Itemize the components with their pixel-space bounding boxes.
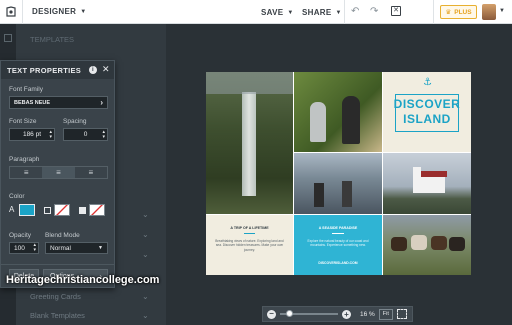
top-toolbar: DESIGNER ▼ SAVE ▼ SHARE ▼ ↶ ↷ ✕ ♛ PLUS ▼	[0, 0, 512, 24]
headline-card[interactable]: ⚓ DISCOVER ISLAND	[383, 72, 471, 152]
opacity-label: Opacity	[9, 232, 32, 239]
designer-label: DESIGNER	[32, 7, 77, 16]
design-page[interactable]: ⚓ DISCOVER ISLAND A TRIP OF A LIFETIME B…	[206, 72, 471, 275]
trip-card-body: Breathtaking views of nature. Exploring …	[215, 239, 284, 252]
blend-mode-label: Blend Mode	[45, 232, 80, 239]
headline-line1: DISCOVER	[393, 97, 461, 111]
save-label: SAVE	[261, 8, 284, 17]
save-button[interactable]: SAVE ▼	[261, 8, 294, 17]
trip-card-title: A TRIP OF A LIFETIME	[230, 226, 269, 230]
plus-upgrade-button[interactable]: ♛ PLUS	[440, 5, 477, 19]
stepper-icon[interactable]: ▴ ▾	[33, 243, 36, 253]
photo-bikers[interactable]	[294, 153, 382, 214]
blend-mode-value: Normal	[50, 244, 71, 252]
category-greeting-cards[interactable]: Greeting Cards	[30, 292, 81, 301]
zoom-slider[interactable]	[280, 310, 338, 317]
zoom-value: 16 %	[360, 310, 375, 318]
chevron-down-icon[interactable]: ▼	[499, 8, 505, 14]
paragraph-label: Paragraph	[9, 156, 40, 163]
text-color-icon: A	[9, 205, 15, 214]
font-size-value: 186 pt	[22, 131, 42, 138]
chevron-down-icon[interactable]: ⌄	[142, 292, 149, 301]
close-icon[interactable]: ✕	[391, 6, 401, 16]
font-size-input[interactable]: 186 pt ▴ ▾	[9, 128, 55, 141]
stroke-icon	[79, 207, 86, 214]
text-properties-header: TEXT PROPERTIES i ✕	[1, 61, 114, 79]
spacing-label: Spacing	[63, 118, 87, 125]
zoom-out-icon[interactable]: −	[267, 309, 276, 319]
toolbar-divider	[433, 0, 434, 24]
spacing-input[interactable]: 0 ▴ ▾	[63, 128, 108, 141]
trip-card[interactable]: A TRIP OF A LIFETIME Breathtaking views …	[206, 215, 293, 275]
chevron-down-icon: ▼	[98, 245, 103, 251]
crown-icon: ♛	[445, 9, 452, 16]
redo-icon[interactable]: ↷	[370, 6, 378, 17]
font-size-label: Font Size	[9, 118, 37, 125]
fit-button[interactable]: Fit	[378, 308, 393, 320]
designer-menu[interactable]: DESIGNER ▼	[32, 7, 86, 16]
stroke-color-swatch[interactable]	[89, 204, 105, 216]
templates-icon[interactable]	[4, 34, 12, 42]
fill-icon	[44, 207, 51, 214]
seaside-card-body: Explore the natural beauty of our coast …	[307, 239, 369, 248]
avatar[interactable]	[482, 4, 496, 20]
chevron-down-icon[interactable]: ⌄	[142, 311, 149, 320]
panel-divider	[1, 264, 114, 265]
color-label: Color	[9, 193, 25, 200]
chevron-down-icon[interactable]: ⌄	[142, 210, 149, 219]
share-button[interactable]: SHARE ▼	[302, 8, 342, 17]
align-left-icon[interactable]: ≡	[10, 167, 42, 178]
stepper-icon[interactable]: ▴ ▾	[49, 129, 52, 140]
chevron-down-icon: ▼	[335, 9, 342, 16]
photo-horses[interactable]	[383, 215, 471, 275]
toolbar-divider	[344, 0, 345, 24]
chevron-down-icon[interactable]: ⌄	[142, 230, 149, 239]
align-right-icon[interactable]: ≡	[75, 167, 107, 178]
text-properties-panel: TEXT PROPERTIES i ✕ Font Family BEBAS NE…	[0, 60, 115, 288]
seaside-card-link: DISCOVERISLAND.COM	[318, 261, 358, 265]
toolbar-divider	[22, 0, 23, 24]
zoom-slider-thumb[interactable]	[286, 310, 294, 317]
seaside-card[interactable]: A SEASIDE PARADISE Explore the natural b…	[294, 215, 382, 275]
zoom-in-icon[interactable]: +	[342, 309, 351, 319]
font-family-select[interactable]: BEBAS NEUE ›	[9, 96, 108, 109]
photo-friends[interactable]	[294, 72, 382, 152]
stepper-icon[interactable]: ▴ ▾	[102, 129, 105, 140]
templates-heading: TEMPLATES	[30, 35, 75, 44]
chevron-down-icon[interactable]: ⌄	[142, 250, 149, 259]
fullscreen-icon[interactable]	[396, 309, 407, 319]
text-color-swatch[interactable]	[19, 204, 35, 216]
align-center-icon[interactable]: ≡	[42, 167, 75, 178]
close-icon[interactable]: ✕	[102, 64, 110, 75]
plus-label: PLUS	[454, 8, 472, 16]
share-label: SHARE	[302, 8, 332, 17]
info-icon[interactable]: i	[89, 66, 97, 74]
chevron-down-icon: ▼	[287, 9, 294, 16]
blend-mode-select[interactable]: Normal ▼	[45, 242, 108, 254]
chevron-right-icon: ›	[100, 98, 103, 107]
font-family-value: BEBAS NEUE	[14, 99, 51, 106]
headline-line2: ISLAND	[403, 112, 451, 126]
anchor-icon: ⚓	[423, 77, 432, 88]
opacity-value: 100	[14, 244, 25, 252]
fit-label: Fit	[382, 311, 389, 317]
font-family-label: Font Family	[9, 86, 43, 93]
photo-church[interactable]	[383, 153, 471, 214]
spacing-value: 0	[83, 131, 88, 138]
text-properties-title: TEXT PROPERTIES	[7, 65, 82, 75]
photo-waterfall[interactable]	[206, 72, 293, 214]
app-logo[interactable]	[0, 0, 22, 24]
paragraph-alignment: ≡ ≡ ≡	[9, 166, 108, 179]
category-blank-templates[interactable]: Blank Templates	[30, 311, 85, 320]
wave-divider	[332, 233, 344, 235]
seaside-card-title: A SEASIDE PARADISE	[318, 226, 358, 230]
chevron-down-icon: ▼	[80, 8, 87, 15]
watermark-text: Heritagechristiancollege.com	[6, 274, 160, 286]
zoom-toolbar: − + 16 % Fit	[262, 306, 413, 322]
fill-color-swatch[interactable]	[54, 204, 70, 216]
wave-divider	[244, 233, 255, 235]
opacity-input[interactable]: 100 ▴ ▾	[9, 242, 39, 254]
undo-icon[interactable]: ↶	[351, 6, 359, 17]
